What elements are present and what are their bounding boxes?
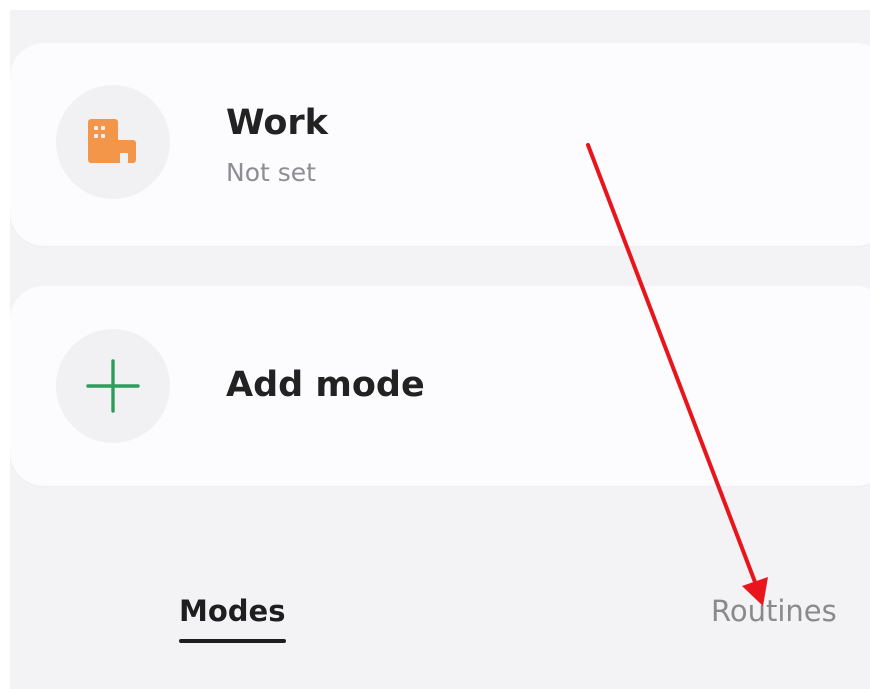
add-mode-label: Add mode [226,365,425,405]
mode-card-work[interactable]: Work Not set [10,43,870,246]
tab-modes-indicator [179,639,286,643]
mode-title-work: Work [226,103,328,143]
add-mode-button[interactable]: Add mode [10,286,870,486]
building-icon [56,85,170,199]
tab-modes[interactable]: Modes [179,594,285,628]
tab-routines[interactable]: Routines [711,594,837,628]
plus-icon [56,329,170,443]
building-icon-graphic [88,119,136,163]
mode-subtitle-work: Not set [226,158,316,187]
plus-icon-graphic [86,359,140,413]
modes-screen: Work Not set Add mode [10,10,870,689]
